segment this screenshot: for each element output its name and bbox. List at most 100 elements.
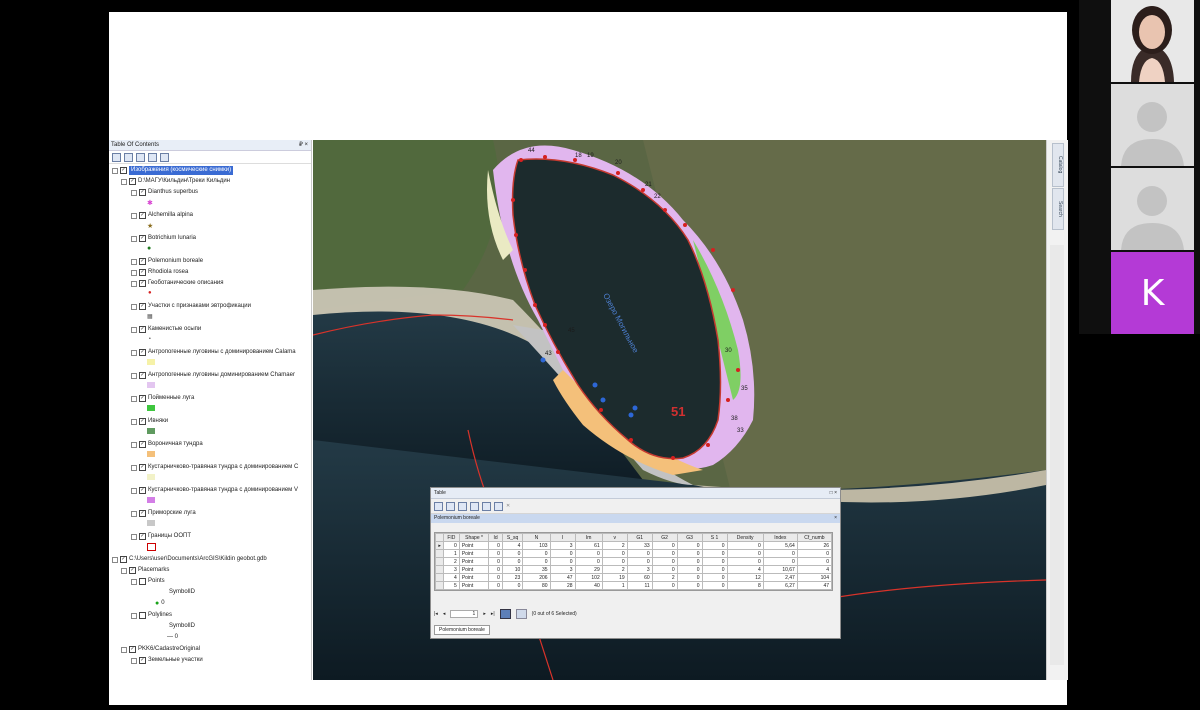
list-by-source-icon[interactable] [124, 152, 133, 162]
checkbox-icon[interactable]: ✓ [139, 487, 146, 494]
row-selector[interactable] [435, 573, 444, 582]
column-header[interactable]: FID [442, 533, 460, 542]
row-selector[interactable] [435, 549, 444, 558]
expand-icon[interactable] [131, 269, 137, 276]
collapse-icon[interactable] [121, 646, 127, 653]
collapse-icon[interactable] [131, 349, 137, 356]
checkbox-icon[interactable]: ✓ [139, 510, 146, 517]
toc-item-anthropogenic-calama[interactable]: ✓ Антропогенные луговины с доминированием… [131, 348, 296, 357]
show-all-records-icon[interactable] [499, 609, 511, 619]
collapse-icon[interactable] [131, 510, 137, 517]
participant-avatar-tile[interactable] [1111, 168, 1194, 250]
collapse-icon[interactable] [131, 441, 137, 448]
related-tables-icon[interactable] [446, 501, 455, 511]
checkbox-icon[interactable]: ✓ [139, 258, 146, 265]
select-by-attributes-icon[interactable] [458, 501, 467, 511]
collapse-icon[interactable] [121, 567, 127, 574]
checkbox-icon[interactable]: ✓ [129, 567, 136, 574]
column-header[interactable]: Id [488, 533, 503, 542]
column-header[interactable]: G2 [651, 533, 678, 542]
attribute-grid[interactable]: FID Shape * Id S_sq N I Im v G1 G2 G3 S … [434, 532, 833, 591]
collapse-icon[interactable] [131, 418, 137, 425]
map-scrollbar[interactable] [1050, 245, 1064, 665]
previous-record-button[interactable]: ◂ [443, 611, 446, 617]
collapse-icon[interactable] [131, 487, 137, 494]
toc-item-rocky-scree[interactable]: ✓ Каменистые осыпи [131, 325, 201, 334]
collapse-icon[interactable] [131, 372, 137, 379]
checkbox-icon[interactable]: ✓ [139, 212, 146, 219]
column-header[interactable]: Density [726, 533, 764, 542]
toc-item-shrub-tundra-v[interactable]: ✓ Кустарничково-травяная тундра с доминир… [131, 486, 298, 495]
checkbox-icon[interactable]: ✓ [139, 464, 146, 471]
collapse-icon[interactable] [131, 578, 137, 585]
checkbox-icon[interactable]: ✓ [120, 556, 127, 563]
checkbox-icon[interactable]: ✓ [139, 303, 146, 310]
options-icon[interactable] [160, 152, 169, 162]
row-selector[interactable] [435, 557, 444, 566]
column-header[interactable]: Shape * [458, 533, 490, 542]
column-header[interactable]: Cf_numb [796, 533, 833, 542]
zoom-to-selected-icon[interactable] [494, 501, 503, 511]
participant-avatar-tile[interactable] [1111, 84, 1194, 166]
layer-tab-close-icon[interactable]: × [834, 514, 840, 523]
toc-item-land-parcels[interactable]: ✓ Земельные участки [131, 656, 203, 665]
clear-selection-icon[interactable] [482, 501, 491, 511]
collapse-icon[interactable] [131, 395, 137, 402]
search-tab[interactable]: Search [1052, 188, 1064, 230]
toc-pin-close-buttons[interactable]: ₽ × [299, 140, 311, 150]
table-bottom-tab[interactable]: Polemonium boreale [434, 625, 490, 635]
collapse-icon[interactable] [131, 303, 137, 310]
table-row[interactable]: 3 Point 0 10 35 3 29 2 3 0 0 0 4 10,67 4 [435, 565, 833, 574]
checkbox-icon[interactable]: ✓ [139, 372, 146, 379]
checkbox-icon[interactable]: ✓ [139, 189, 146, 196]
collapse-icon[interactable] [131, 326, 137, 333]
table-options-icon[interactable] [434, 501, 443, 511]
toc-item-willow[interactable]: ✓ Ивняки [131, 417, 168, 426]
toc-item-imagery[interactable]: ✓ Изображения (космические снимки) [112, 166, 234, 175]
checkbox-icon[interactable]: ✓ [139, 235, 146, 242]
collapse-icon[interactable] [131, 612, 137, 619]
column-header[interactable]: Im [574, 533, 603, 542]
column-header[interactable]: I [549, 533, 576, 542]
checkbox-icon[interactable]: ✓ [139, 533, 146, 540]
checkbox-icon[interactable]: ✓ [139, 349, 146, 356]
collapse-icon[interactable] [131, 212, 137, 219]
toc-item-anthropogenic-chamaer[interactable]: ✓ Антропогенные луговины доминированием C… [131, 371, 295, 380]
toc-item-dianthus[interactable]: ✓ Dianthus superbus [131, 188, 198, 197]
collapse-icon[interactable] [131, 235, 137, 242]
collapse-icon[interactable] [121, 178, 127, 185]
toc-item-geodatabase[interactable]: ✓ C:\Users\user\Documents\ArcGIS\Kildin g… [112, 555, 267, 564]
participant-video-tile[interactable] [1111, 0, 1194, 82]
toc-item-botrichium[interactable]: ✓ Botrichium lunaria [131, 234, 196, 243]
table-layer-tab[interactable]: Polemonium boreale × [431, 514, 840, 523]
checkbox-icon[interactable]: ✓ [139, 269, 146, 276]
show-selected-records-icon[interactable] [515, 609, 527, 619]
toc-item-placemarks[interactable]: ✓ Placemarks [121, 566, 169, 575]
expand-icon[interactable] [131, 258, 137, 265]
column-header[interactable]: N [522, 533, 551, 542]
column-header[interactable]: G3 [676, 533, 703, 542]
row-selector[interactable] [435, 565, 444, 574]
checkbox-icon[interactable]: ✓ [139, 280, 146, 287]
toc-item-cadastre[interactable]: ✓ PKK6/CadastreOriginal [121, 645, 200, 654]
checkbox-icon[interactable]: ✓ [139, 326, 146, 333]
list-by-visibility-icon[interactable] [136, 152, 145, 162]
collapse-icon[interactable] [112, 167, 118, 174]
checkbox-icon[interactable]: ✓ [139, 441, 146, 448]
toc-item-polemonium[interactable]: ✓ Polemonium boreale [131, 257, 203, 266]
toc-item-geobotanical[interactable]: ✓ Геоботанические описания [131, 279, 223, 288]
next-record-button[interactable]: ▸ [483, 611, 486, 617]
toc-item-alchemilla[interactable]: ✓ Alchemilla alpina [131, 211, 193, 220]
collapse-icon[interactable] [131, 464, 137, 471]
checkbox-icon[interactable] [139, 612, 146, 619]
checkbox-icon[interactable]: ✓ [129, 646, 136, 653]
row-selector-icon[interactable]: ▸ [435, 541, 444, 550]
toc-item-floodplain[interactable]: ✓ Пойменные луга [131, 394, 194, 403]
toc-item-crowberry-tundra[interactable]: ✓ Вороничная тундра [131, 440, 203, 449]
collapse-icon[interactable] [131, 533, 137, 540]
collapse-icon[interactable] [131, 280, 137, 287]
table-close-icon[interactable]: □ × [830, 488, 840, 498]
list-by-drawing-order-icon[interactable] [112, 152, 121, 162]
switch-selection-icon[interactable] [470, 501, 479, 511]
toc-item-tracks[interactable]: ✓ D:\МАГУ\Кильдин\Треки Кильдин [121, 177, 230, 186]
